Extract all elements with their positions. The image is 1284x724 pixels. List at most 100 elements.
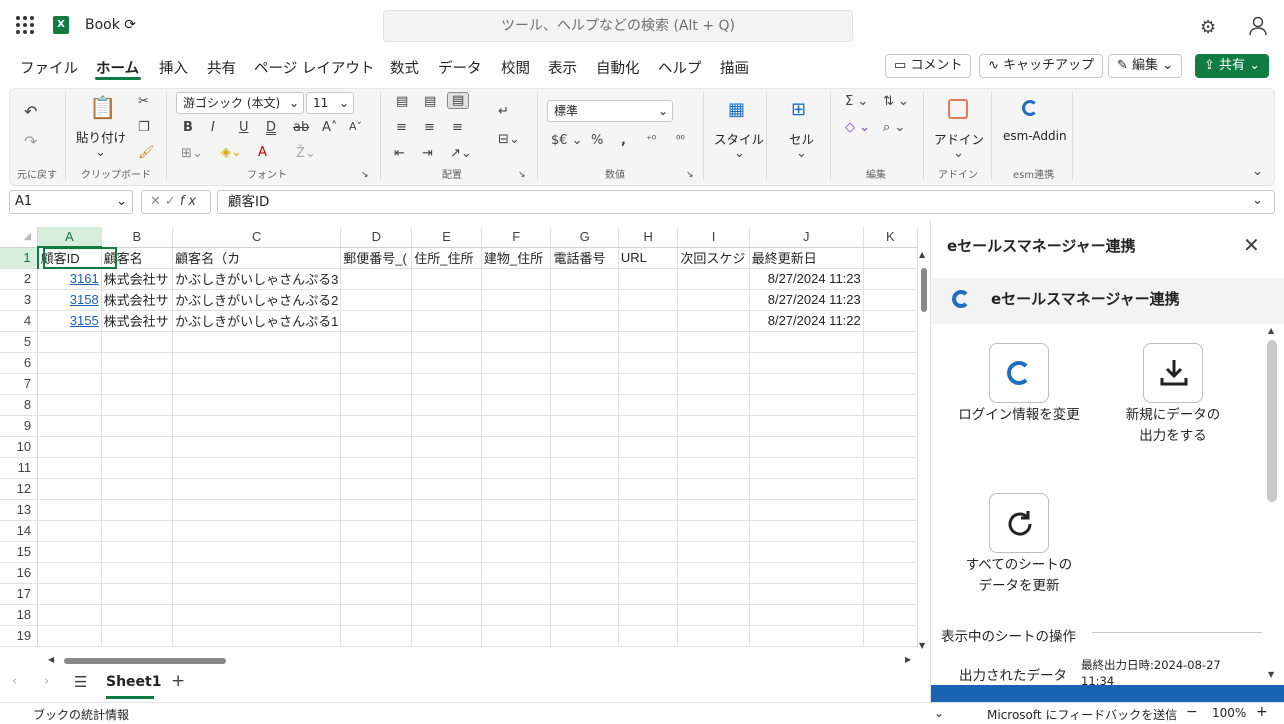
cell-a6[interactable] xyxy=(37,352,102,374)
column-header-a[interactable]: A xyxy=(37,227,102,248)
cell-i12[interactable] xyxy=(677,478,750,500)
dialog-launcher-icon[interactable]: ↘ xyxy=(361,170,369,180)
increase-font-icon[interactable]: A˄ xyxy=(322,120,337,135)
row-header[interactable]: 13 xyxy=(0,499,39,521)
collapse-ribbon-icon[interactable]: ⌄ xyxy=(1252,164,1263,179)
column-header-k[interactable]: K xyxy=(863,227,918,248)
cell-h8[interactable] xyxy=(618,394,679,416)
format-painter-icon[interactable]: 🖌 xyxy=(138,145,155,160)
cell-d16[interactable] xyxy=(340,562,413,584)
cell-f7[interactable] xyxy=(481,373,552,395)
cell-h16[interactable] xyxy=(618,562,679,584)
cell-e18[interactable] xyxy=(411,604,482,626)
search-input[interactable]: ツール、ヘルプなどの検索 (Alt + Q) xyxy=(383,10,853,42)
cell-g3[interactable] xyxy=(550,289,619,311)
cell-g6[interactable] xyxy=(550,352,619,374)
edit-mode-button[interactable]: ✎ 編集 ⌄ xyxy=(1108,54,1183,78)
font-size-select[interactable]: 11 ⌄ xyxy=(306,92,354,114)
cell-b2[interactable]: 株式会社サ xyxy=(101,268,174,290)
refresh-all-button[interactable] xyxy=(989,493,1049,553)
cell-c1[interactable]: 顧客名（カ xyxy=(172,247,342,269)
prev-sheet-icon[interactable]: ‹ xyxy=(12,674,17,689)
decrease-font-icon[interactable]: A˅ xyxy=(349,120,362,133)
cell-d11[interactable] xyxy=(340,457,413,479)
cell-c15[interactable] xyxy=(172,541,342,563)
cell-c16[interactable] xyxy=(172,562,342,584)
cell-j6[interactable] xyxy=(749,352,864,374)
cell-h15[interactable] xyxy=(618,541,679,563)
cell-d10[interactable] xyxy=(340,436,413,458)
cell-d6[interactable] xyxy=(340,352,413,374)
cell-j14[interactable] xyxy=(749,520,864,542)
cell-g5[interactable] xyxy=(550,331,619,353)
row-header[interactable]: 16 xyxy=(0,562,39,584)
wrap-text-icon[interactable]: ↵ xyxy=(498,104,509,119)
cell-k10[interactable] xyxy=(863,436,918,458)
account-icon[interactable] xyxy=(1248,16,1268,36)
cell-i10[interactable] xyxy=(677,436,750,458)
redo-icon[interactable]: ↷ xyxy=(24,132,37,151)
cell-e19[interactable] xyxy=(411,625,482,647)
function-icon[interactable]: fx xyxy=(180,194,200,209)
cell-d8[interactable] xyxy=(340,394,413,416)
borders-icon[interactable]: ⊞⌄ xyxy=(181,146,203,161)
cell-i19[interactable] xyxy=(677,625,750,647)
cell-k17[interactable] xyxy=(863,583,918,605)
cell-i14[interactable] xyxy=(677,520,750,542)
chevron-down-icon[interactable]: ⌄ xyxy=(734,146,745,161)
zoom-level[interactable]: 100% xyxy=(1212,706,1246,720)
cell-e16[interactable] xyxy=(411,562,482,584)
cell-j4[interactable]: 8/27/2024 11:22 xyxy=(749,310,864,332)
cell-d14[interactable] xyxy=(340,520,413,542)
cell-h14[interactable] xyxy=(618,520,679,542)
cell-f13[interactable] xyxy=(481,499,552,521)
cell-g19[interactable] xyxy=(550,625,619,647)
cell-h10[interactable] xyxy=(618,436,679,458)
row-header[interactable]: 10 xyxy=(0,436,39,458)
cell-b13[interactable] xyxy=(101,499,174,521)
cell-b11[interactable] xyxy=(101,457,174,479)
zoom-in-icon[interactable]: + xyxy=(1256,704,1268,720)
cell-e11[interactable] xyxy=(411,457,482,479)
double-underline-icon[interactable]: D xyxy=(266,120,276,135)
expand-formula-icon[interactable]: ⌄ xyxy=(1252,193,1263,208)
cell-k4[interactable] xyxy=(863,310,918,332)
export-data-button[interactable] xyxy=(1143,343,1203,403)
cell-a10[interactable] xyxy=(37,436,102,458)
cell-b15[interactable] xyxy=(101,541,174,563)
number-format-select[interactable]: 標準 ⌄ xyxy=(547,100,673,122)
cell-k11[interactable] xyxy=(863,457,918,479)
tab-page-layout[interactable]: ページ レイアウト xyxy=(254,57,374,78)
cell-j7[interactable] xyxy=(749,373,864,395)
row-header[interactable]: 1 xyxy=(0,247,39,269)
column-header-h[interactable]: H xyxy=(618,227,679,248)
percent-icon[interactable]: % xyxy=(591,133,603,148)
cell-i13[interactable] xyxy=(677,499,750,521)
cell-j2[interactable]: 8/27/2024 11:23 xyxy=(749,268,864,290)
column-header-f[interactable]: F xyxy=(481,227,552,248)
cell-d3[interactable] xyxy=(340,289,413,311)
cell-c12[interactable] xyxy=(172,478,342,500)
cell-h13[interactable] xyxy=(618,499,679,521)
cell-c10[interactable] xyxy=(172,436,342,458)
cell-d19[interactable] xyxy=(340,625,413,647)
cell-c2[interactable]: かぶしきがいしゃさんぷる3 xyxy=(172,268,342,290)
cell-g17[interactable] xyxy=(550,583,619,605)
tab-file[interactable]: ファイル xyxy=(20,57,78,78)
cell-b8[interactable] xyxy=(101,394,174,416)
decrease-decimal-icon[interactable]: ⁰⁰ xyxy=(676,133,685,146)
change-login-label[interactable]: ログイン情報を変更 xyxy=(950,405,1088,426)
align-center-icon[interactable]: ≡ xyxy=(424,120,435,135)
addin-grid-icon[interactable] xyxy=(948,99,968,119)
cell-a11[interactable] xyxy=(37,457,102,479)
paste-label[interactable]: 貼り付け xyxy=(76,127,126,146)
font-color-icon[interactable]: A xyxy=(258,145,267,160)
comment-button[interactable]: ▭ コメント xyxy=(885,54,972,78)
scroll-right-icon[interactable]: ▶ xyxy=(905,655,911,664)
add-sheet-icon[interactable]: + xyxy=(171,671,185,691)
column-header-b[interactable]: B xyxy=(101,227,174,248)
cell-d1[interactable]: 郵便番号_( xyxy=(340,247,413,269)
cell-g15[interactable] xyxy=(550,541,619,563)
cell-d7[interactable] xyxy=(340,373,413,395)
cell-h3[interactable] xyxy=(618,289,679,311)
